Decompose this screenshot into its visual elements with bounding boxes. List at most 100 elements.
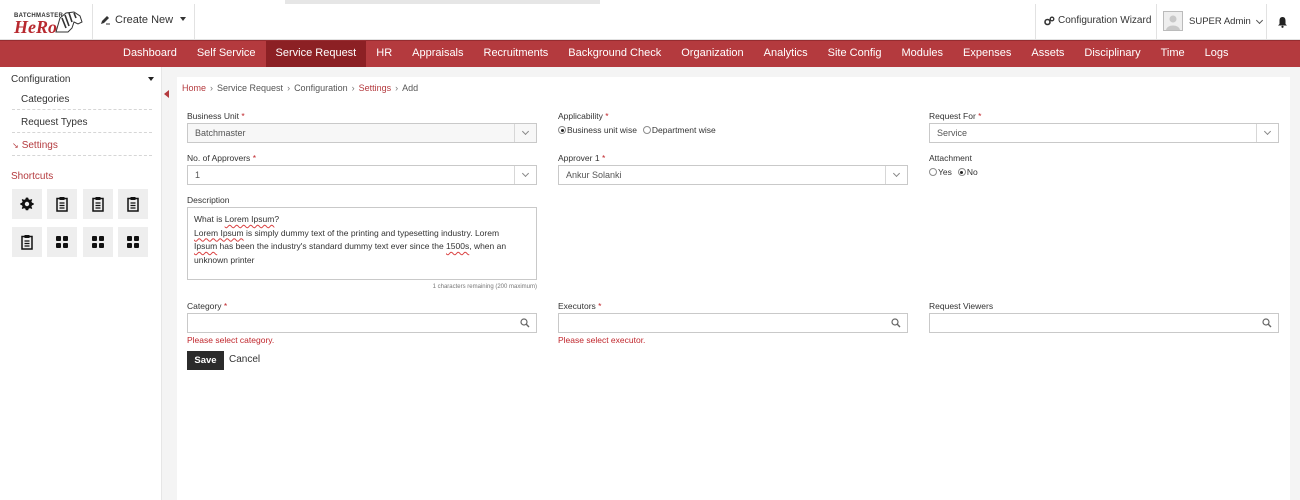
label-text: Business Unit	[187, 111, 239, 121]
logo[interactable]: BATCHMASTER HeRo	[8, 8, 88, 38]
sidebar-item-settings[interactable]: ↘ Settings	[12, 136, 152, 156]
nav-item-organization[interactable]: Organization	[671, 41, 753, 67]
zebra-icon	[55, 11, 83, 33]
nav-item-expenses[interactable]: Expenses	[953, 41, 1021, 67]
business-unit-label: Business Unit *	[187, 111, 245, 121]
shortcut-clipboard[interactable]	[47, 189, 77, 219]
breadcrumb-configuration[interactable]: Configuration	[294, 83, 348, 93]
applicability-label: Applicability *	[558, 111, 609, 121]
nav-item-appraisals[interactable]: Appraisals	[402, 41, 473, 67]
shortcut-grid[interactable]	[47, 227, 77, 257]
approver1-select[interactable]: Ankur Solanki	[558, 165, 908, 185]
nav-item-recruitments[interactable]: Recruitments	[474, 41, 559, 67]
avatar[interactable]	[1163, 11, 1183, 31]
viewers-input[interactable]	[929, 313, 1279, 333]
caret-down-icon	[180, 17, 186, 21]
label-text: Applicability	[558, 111, 603, 121]
configuration-wizard-button[interactable]: Configuration Wizard	[1044, 15, 1151, 26]
nav-item-self-service[interactable]: Self Service	[187, 41, 266, 67]
search-icon	[520, 318, 530, 328]
nav-item-disciplinary[interactable]: Disciplinary	[1074, 41, 1150, 67]
label-text: Category	[187, 301, 222, 311]
executors-input[interactable]	[558, 313, 908, 333]
app-header: BATCHMASTER HeRo Create New Configuratio…	[0, 4, 1300, 40]
description-textarea[interactable]: What is Lorem Ipsum? Lorem Ipsum is simp…	[187, 207, 537, 280]
shortcut-gear[interactable]	[12, 189, 42, 219]
description-line1: What is Lorem Ipsum?	[194, 214, 280, 224]
collapse-sidebar-icon[interactable]	[164, 90, 169, 98]
header-divider	[92, 4, 93, 40]
radio-attachment-yes[interactable]	[929, 168, 937, 176]
radio-label: Yes	[938, 167, 952, 177]
label-text: Request For	[929, 111, 976, 121]
radio-business-unit-wise[interactable]	[558, 126, 566, 134]
label-text: Executors	[558, 301, 596, 311]
required-mark: *	[601, 153, 606, 163]
gears-icon	[1044, 16, 1055, 25]
breadcrumb-separator: ›	[395, 83, 399, 93]
chevron-down-icon	[1256, 124, 1278, 142]
business-unit-select[interactable]: Batchmaster	[187, 123, 537, 143]
request-for-label: Request For *	[929, 111, 981, 121]
nav-item-assets[interactable]: Assets	[1021, 41, 1074, 67]
description-label: Description	[187, 195, 230, 205]
description-line4: unknown printer	[194, 254, 255, 265]
chevron-down-icon	[1255, 16, 1263, 24]
nav-item-site-config[interactable]: Site Config	[818, 41, 892, 67]
header-divider	[1035, 4, 1036, 40]
arrow-icon: ↘	[12, 141, 19, 150]
approver1-label: Approver 1 *	[558, 153, 605, 163]
create-new-button[interactable]: Create New	[100, 14, 186, 26]
applicability-radio-group: Business unit wise Department wise	[558, 125, 716, 135]
nav-item-analytics[interactable]: Analytics	[754, 41, 818, 67]
user-avatar-icon	[1166, 15, 1180, 30]
shortcut-grid[interactable]	[83, 227, 113, 257]
bell-icon[interactable]	[1277, 16, 1288, 28]
nav-item-service-request[interactable]: Service Request	[265, 41, 367, 67]
radio-label: Business unit wise	[567, 125, 637, 135]
nav-item-logs[interactable]: Logs	[1195, 41, 1239, 67]
description-line2: Lorem Ipsum is simply dummy text of the …	[194, 227, 500, 238]
radio-label: No	[966, 167, 978, 177]
shortcut-clipboard[interactable]	[12, 227, 42, 257]
label-text: No. of Approvers	[187, 153, 251, 163]
sidebar-item-categories[interactable]: Categories	[12, 90, 152, 110]
sidebar-item-label: Settings	[21, 140, 58, 151]
request-for-select[interactable]: Service	[929, 123, 1279, 143]
nav-item-background-check[interactable]: Background Check	[558, 41, 671, 67]
clipboard-icon	[56, 197, 68, 212]
user-menu[interactable]: SUPER Admin	[1189, 16, 1263, 27]
description-line: What is Lorem Ipsum?	[194, 213, 530, 227]
label-text: Approver 1	[558, 153, 600, 163]
nav-item-time[interactable]: Time	[1151, 41, 1195, 67]
breadcrumb-home[interactable]: Home	[182, 83, 206, 93]
nav-item-modules[interactable]: Modules	[891, 41, 953, 67]
required-mark: *	[605, 111, 609, 121]
sidebar: Configuration Categories Request Types ↘…	[0, 67, 162, 500]
shortcut-clipboard[interactable]	[83, 189, 113, 219]
breadcrumb-settings[interactable]: Settings	[359, 83, 392, 93]
shortcut-clipboard[interactable]	[118, 189, 148, 219]
breadcrumb-separator: ›	[287, 83, 291, 93]
main-content: Home › Service Request › Configuration ›…	[177, 77, 1290, 500]
grid-icon	[56, 236, 68, 248]
nav-item-hr[interactable]: HR	[366, 41, 402, 67]
nav-item-dashboard[interactable]: Dashboard	[113, 41, 187, 67]
cancel-button[interactable]: Cancel	[229, 354, 260, 365]
breadcrumb-separator: ›	[351, 83, 355, 93]
category-label: Category *	[187, 301, 227, 311]
radio-department-wise[interactable]	[642, 126, 651, 134]
category-input[interactable]	[187, 313, 537, 333]
select-value: Batchmaster	[195, 128, 246, 138]
approvers-label: No. of Approvers *	[187, 153, 256, 163]
radio-attachment-no[interactable]	[957, 168, 966, 176]
breadcrumb-service-request[interactable]: Service Request	[217, 83, 283, 93]
save-button[interactable]: Save	[187, 351, 224, 370]
sidebar-section-configuration[interactable]: Configuration	[0, 72, 160, 90]
pencil-icon	[101, 16, 110, 25]
sidebar-section-title: Configuration	[11, 74, 71, 85]
approvers-select[interactable]: 1	[187, 165, 537, 185]
executors-error: Please select executor.	[558, 335, 646, 345]
shortcut-grid[interactable]	[118, 227, 148, 257]
sidebar-item-request-types[interactable]: Request Types	[12, 113, 152, 133]
